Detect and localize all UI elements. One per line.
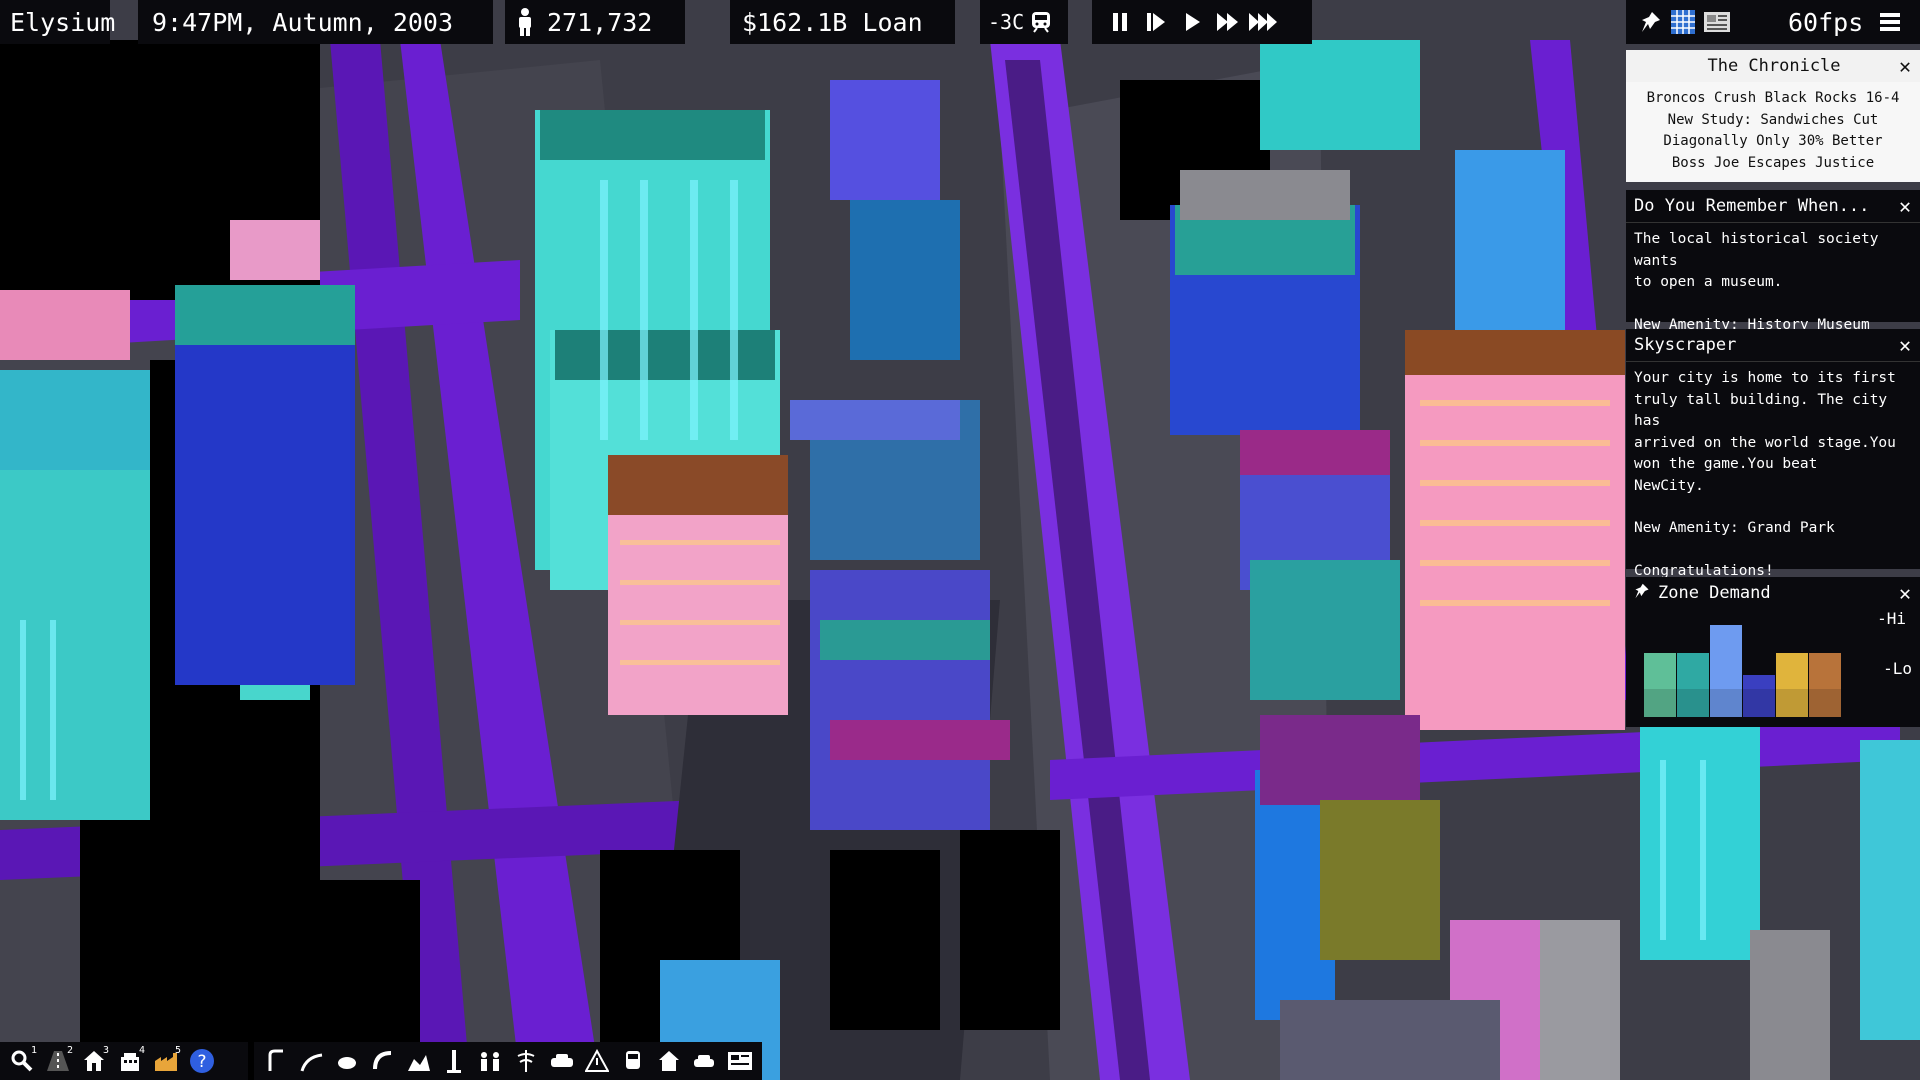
industrial-high-icon <box>1809 689 1841 717</box>
house-icon[interactable] <box>653 1045 685 1077</box>
car-icon[interactable] <box>689 1045 721 1077</box>
city-name: Elysium <box>10 7 116 37</box>
fastest-forward-icon[interactable] <box>1248 6 1280 38</box>
chronicle-headlines: Broncos Crush Black Rocks 16-4 New Study… <box>1626 82 1920 182</box>
commercial-low-icon <box>1743 689 1775 717</box>
remember-title: Do You Remember When... <box>1634 196 1870 216</box>
remember-body: The local historical society wants to op… <box>1626 223 1920 342</box>
close-icon[interactable]: ✕ <box>1896 194 1914 218</box>
newspaper-icon[interactable] <box>724 1045 756 1077</box>
bottom-toolbar: 1 2 3 4 5 ? <box>0 1042 762 1080</box>
zone-demand-title: Zone Demand <box>1658 583 1771 603</box>
population-segment[interactable]: 271,732 <box>505 0 685 44</box>
zone-demand-panel[interactable]: Zone Demand ✕ -Hi -Lo <box>1626 577 1920 727</box>
pause-icon[interactable] <box>1104 6 1136 38</box>
road-icon[interactable]: 2 <box>42 1045 74 1077</box>
help-icon[interactable]: ? <box>186 1045 218 1077</box>
step-forward-icon[interactable] <box>1140 6 1172 38</box>
build-tools <box>254 1042 762 1080</box>
monument-icon[interactable] <box>439 1045 471 1077</box>
headline[interactable]: Boss Joe Escapes Justice <box>1634 153 1912 175</box>
bus-icon[interactable] <box>617 1045 649 1077</box>
zone-demand-bar-residential-high <box>1677 653 1709 689</box>
zone-demand-bar-industrial-low <box>1776 653 1808 689</box>
remember-line: to open a museum. <box>1634 274 1783 290</box>
close-icon[interactable]: ✕ <box>1896 333 1914 357</box>
lo-label: -Lo <box>1883 659 1912 678</box>
weather-segment: -3C <box>980 0 1068 44</box>
money-loan: $162.1B Loan <box>742 7 923 37</box>
headline[interactable]: New Study: Sandwiches Cut <box>1634 110 1912 132</box>
chronicle-title: The Chronicle <box>1707 56 1841 76</box>
close-icon[interactable]: ✕ <box>1896 581 1914 605</box>
zone-demand-bar-residential-low <box>1644 653 1676 689</box>
pin-icon[interactable] <box>1636 10 1666 34</box>
remember-line: The local historical society wants <box>1634 231 1879 269</box>
zone-demand-bar-commercial-high <box>1710 625 1742 689</box>
heritage-icon[interactable] <box>403 1045 435 1077</box>
transit-icon[interactable] <box>260 1045 292 1077</box>
remember-panel[interactable]: Do You Remember When... ✕ The local hist… <box>1626 190 1920 333</box>
chronicle-panel[interactable]: The Chronicle ✕ Broncos Crush Black Rock… <box>1626 50 1920 182</box>
rail-icon[interactable] <box>296 1045 328 1077</box>
play-icon[interactable] <box>1176 6 1208 38</box>
remember-header: Do You Remember When... ✕ <box>1626 190 1920 223</box>
vehicle-icon[interactable] <box>546 1045 578 1077</box>
newspaper-icon[interactable] <box>1700 10 1734 34</box>
skyscraper-amenity: New Amenity: Grand Park <box>1634 520 1835 536</box>
industrial-icon[interactable]: 5 <box>150 1045 182 1077</box>
zone-tools: 1 2 3 4 5 ? <box>0 1042 248 1080</box>
medical-icon[interactable] <box>510 1045 542 1077</box>
view-controls: 60fps <box>1626 0 1920 44</box>
people-icon[interactable] <box>474 1045 506 1077</box>
skyscraper-title: Skyscraper <box>1634 335 1737 355</box>
industrial-low-icon <box>1776 689 1808 717</box>
zone-demand-bar-commercial-low <box>1743 675 1775 689</box>
chronicle-header: The Chronicle ✕ <box>1626 50 1920 82</box>
headline[interactable]: Broncos Crush Black Rocks 16-4 <box>1634 88 1912 110</box>
residential-low-icon <box>1644 689 1676 717</box>
skyscraper-line: Your city is home to its first <box>1634 370 1896 386</box>
residential-icon[interactable]: 3 <box>78 1045 110 1077</box>
zone-demand-header: Zone Demand ✕ <box>1626 577 1920 609</box>
skyscraper-line: arrived on the world stage.You <box>1634 434 1896 451</box>
zone-demand-bar-industrial-high <box>1809 653 1841 689</box>
svg-text:?: ? <box>197 1052 206 1072</box>
zone-demand-chart: -Hi -Lo <box>1626 609 1920 727</box>
person-icon <box>515 7 535 37</box>
skyscraper-header: Skyscraper ✕ <box>1626 329 1920 362</box>
money-segment[interactable]: $162.1B Loan <box>730 0 955 44</box>
commercial-high-icon <box>1710 689 1742 717</box>
grid-icon[interactable] <box>1666 9 1700 35</box>
skyscraper-line: NewCity. <box>1634 477 1704 494</box>
datetime-segment: 9:47PM, Autumn, 2003 <box>138 0 493 44</box>
skyscraper-panel[interactable]: Skyscraper ✕ Your city is home to its fi… <box>1626 329 1920 579</box>
pipe-icon[interactable] <box>367 1045 399 1077</box>
temperature: -3C <box>988 10 1025 34</box>
headline[interactable]: Diagonally Only 30% Better <box>1634 131 1912 153</box>
menu-icon[interactable] <box>1879 11 1901 33</box>
skyscraper-line: won the game.You beat <box>1634 456 1818 472</box>
skyscraper-body: Your city is home to its first truly tal… <box>1626 362 1920 588</box>
population-count: 271,732 <box>547 7 653 37</box>
hazard-icon[interactable] <box>581 1045 613 1077</box>
speed-controls <box>1092 0 1312 44</box>
residential-high-icon <box>1677 689 1709 717</box>
fast-forward-icon[interactable] <box>1212 6 1244 38</box>
skyscraper-line: truly tall building. The city has <box>1634 391 1888 430</box>
fps-counter: 60fps <box>1788 7 1864 37</box>
hi-label: -Hi <box>1877 609 1906 628</box>
train-icon <box>1030 10 1052 34</box>
commercial-icon[interactable]: 4 <box>114 1045 146 1077</box>
pin-icon[interactable] <box>1634 582 1650 605</box>
date-time: 9:47PM, Autumn, 2003 <box>152 7 454 37</box>
close-icon[interactable]: ✕ <box>1896 54 1914 78</box>
magnifier-icon[interactable]: 1 <box>6 1045 38 1077</box>
city-name-segment: Elysium <box>0 0 115 44</box>
tunnel-icon[interactable] <box>331 1045 363 1077</box>
